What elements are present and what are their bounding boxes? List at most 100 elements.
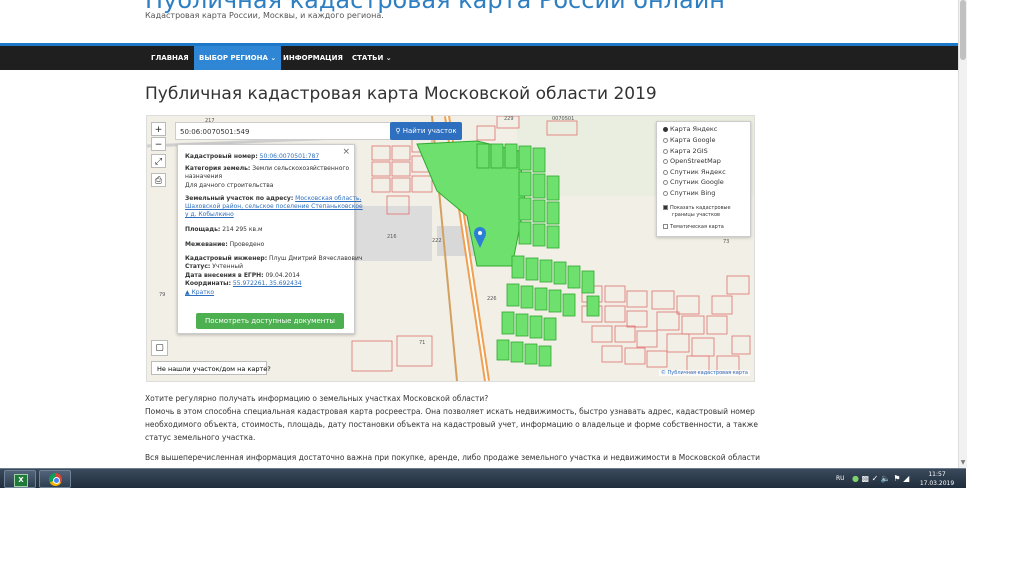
layer-label: Карта Google (670, 136, 716, 144)
nav-home[interactable]: ГЛАВНАЯ (146, 46, 194, 70)
parcel-label: 226 (487, 296, 497, 302)
search-icon: ⚲ (395, 127, 403, 135)
windows-taskbar: X RU ● ▩ ✓ 🔈 ⚑ ◢ 11:57 17.03.2019 (0, 468, 966, 489)
not-found-link[interactable]: Не нашли участок/дом на карте? (151, 361, 271, 375)
address-link-line2[interactable]: Шаховской район, сельское поселение Степ… (185, 203, 363, 210)
print-icon[interactable]: ⎙ (151, 173, 166, 187)
radio[interactable] (663, 190, 668, 196)
security-icon[interactable]: ▩ (862, 474, 870, 483)
vertical-scrollbar[interactable]: ▼ (958, 0, 967, 468)
layer-yandex-map[interactable]: Карта Яндекс (663, 125, 717, 134)
zoom-in-button[interactable]: + (151, 122, 166, 136)
main-navigation: ГЛАВНАЯ ВЫБОР РЕГИОНА ⌄ ИНФОРМАЦИЯ СТАТЬ… (0, 43, 958, 70)
layer-label: Карта Яндекс (670, 125, 718, 133)
map-attribution[interactable]: © Публичная кадастровая карта (658, 370, 750, 376)
chrome-taskbar-button[interactable] (39, 470, 71, 488)
layer-label: OpenStreetMap (670, 157, 721, 165)
blank-area (0, 488, 1024, 576)
parcel-label: 79 (159, 292, 166, 298)
nav-region-select[interactable]: ВЫБОР РЕГИОНА ⌄ (194, 46, 282, 70)
checkbox[interactable] (663, 224, 668, 229)
paragraph-line: необходимого объекта, стоимость, площадь… (145, 420, 758, 429)
layer-bing-satellite[interactable]: Спутник Bing (663, 189, 715, 198)
layer-label: Спутник Google (670, 178, 724, 186)
paragraph-line: Хотите регулярно получать информацию о з… (145, 394, 489, 403)
show-borders-option[interactable]: Показать кадастровые (663, 205, 731, 212)
status-value: Учтенный (212, 263, 244, 270)
parcel-label: 216 (387, 234, 397, 240)
find-parcel-label: Найти участок (402, 127, 457, 135)
cad-number-link[interactable]: 50:06:0070501:787 (260, 153, 320, 160)
excel-taskbar-button[interactable]: X (4, 470, 36, 488)
parcel-label: 0070501 (552, 116, 575, 122)
survey-value: Проведено (229, 241, 265, 248)
shield-icon[interactable]: ● (852, 474, 859, 483)
address-link[interactable]: Московская область, (295, 195, 361, 202)
excel-icon: X (14, 474, 28, 487)
cadastral-map[interactable]: 217 229 0070501 216 222 226 79 71 73 50:… (146, 115, 755, 382)
flag-icon[interactable]: ⚑ (893, 474, 900, 483)
radio[interactable] (663, 169, 668, 175)
layer-label: Спутник Bing (670, 189, 716, 197)
layer-label: Карта 2GIS (670, 147, 708, 155)
show-borders-label-cont: границы участков (672, 212, 720, 218)
date-value: 09.04.2014 (265, 272, 300, 279)
engineer-value: Плуш Дмитрий Вячеславович (269, 255, 363, 262)
address-label: Земельный участок по адресу: (185, 195, 294, 202)
radio[interactable] (663, 148, 668, 154)
thematic-label: Тематическая карта (670, 224, 724, 230)
parcel-label: 229 (504, 116, 514, 122)
find-parcel-button[interactable]: ⚲ Найти участок (390, 122, 462, 140)
cad-number-label: Кадастровый номер: (185, 153, 258, 160)
tray-icons[interactable]: ● ▩ ✓ 🔈 ⚑ ◢ (852, 469, 909, 489)
antivirus-icon[interactable]: ✓ (872, 474, 879, 483)
layer-google-satellite[interactable]: Спутник Google (663, 178, 724, 187)
coords-label: Координаты: (185, 280, 231, 287)
parcel-label: 73 (723, 239, 730, 245)
address-link-line3[interactable]: у д. Кобылкино (185, 211, 234, 218)
cadastral-search-input[interactable]: 50:06:0070501:549 (175, 122, 391, 140)
parcel-info-popup: × Кадастровый номер: 50:06:0070501:787 К… (177, 144, 363, 334)
brief-toggle[interactable]: ▲ Кратко (185, 289, 214, 296)
layer-google-map[interactable]: Карта Google (663, 136, 715, 145)
checkbox-checked[interactable] (663, 205, 668, 210)
survey-label: Межевание: (185, 241, 228, 248)
thematic-map-option[interactable]: Тематическая карта (663, 223, 724, 232)
volume-icon[interactable]: 🔈 (881, 474, 891, 483)
radio[interactable] (663, 137, 668, 143)
chrome-icon-center (53, 477, 60, 484)
network-icon[interactable]: ◢ (903, 474, 909, 483)
close-icon[interactable]: × (342, 147, 350, 157)
layer-yandex-satellite[interactable]: Спутник Яндекс (663, 168, 726, 177)
area-value: 214 295 кв.м (222, 226, 263, 233)
nav-articles[interactable]: СТАТЬИ ⌄ (347, 46, 397, 70)
layers-toggle-icon[interactable]: ▢ (151, 340, 168, 356)
view-documents-button[interactable]: Посмотреть доступные документы (196, 313, 344, 329)
layer-label: Спутник Яндекс (670, 168, 726, 176)
scrollbar-thumb[interactable] (960, 0, 966, 60)
category-value: Земли сельскохозяйственного (252, 165, 350, 172)
layer-osm[interactable]: OpenStreetMap (663, 157, 721, 166)
radio[interactable] (663, 158, 668, 164)
category-label: Категория земель: (185, 165, 251, 172)
language-indicator[interactable]: RU (836, 469, 845, 489)
nav-information[interactable]: ИНФОРМАЦИЯ (278, 46, 348, 70)
coords-value[interactable]: 55.972261, 35.692434 (233, 280, 302, 287)
site-subtitle: Кадастровая карта России, Москвы, и кажд… (145, 11, 384, 20)
status-label: Статус: (185, 263, 211, 270)
scroll-down-arrow-icon[interactable]: ▼ (960, 460, 966, 466)
zoom-out-button[interactable]: − (151, 137, 166, 151)
radio-selected[interactable] (663, 126, 668, 132)
engineer-label: Кадастровый инженер: (185, 255, 268, 262)
show-borders-label: Показать кадастровые (670, 205, 731, 211)
fullscreen-icon[interactable]: ⤢ (151, 154, 166, 168)
parcel-label: 222 (432, 238, 442, 244)
area-label: Площадь: (185, 226, 221, 233)
radio[interactable] (663, 179, 668, 185)
page-title: Публичная кадастровая карта Московской о… (145, 84, 657, 104)
paragraph-line: Помочь в этом способна специальная кадас… (145, 407, 755, 416)
usage-value: Для дачного строительства (185, 182, 274, 189)
browser-page: Публичная кадастровая карта России онлай… (0, 0, 958, 468)
layer-2gis-map[interactable]: Карта 2GIS (663, 147, 708, 156)
map-layer-switcher: Карта Яндекс Карта Google Карта 2GIS Ope… (656, 121, 751, 237)
